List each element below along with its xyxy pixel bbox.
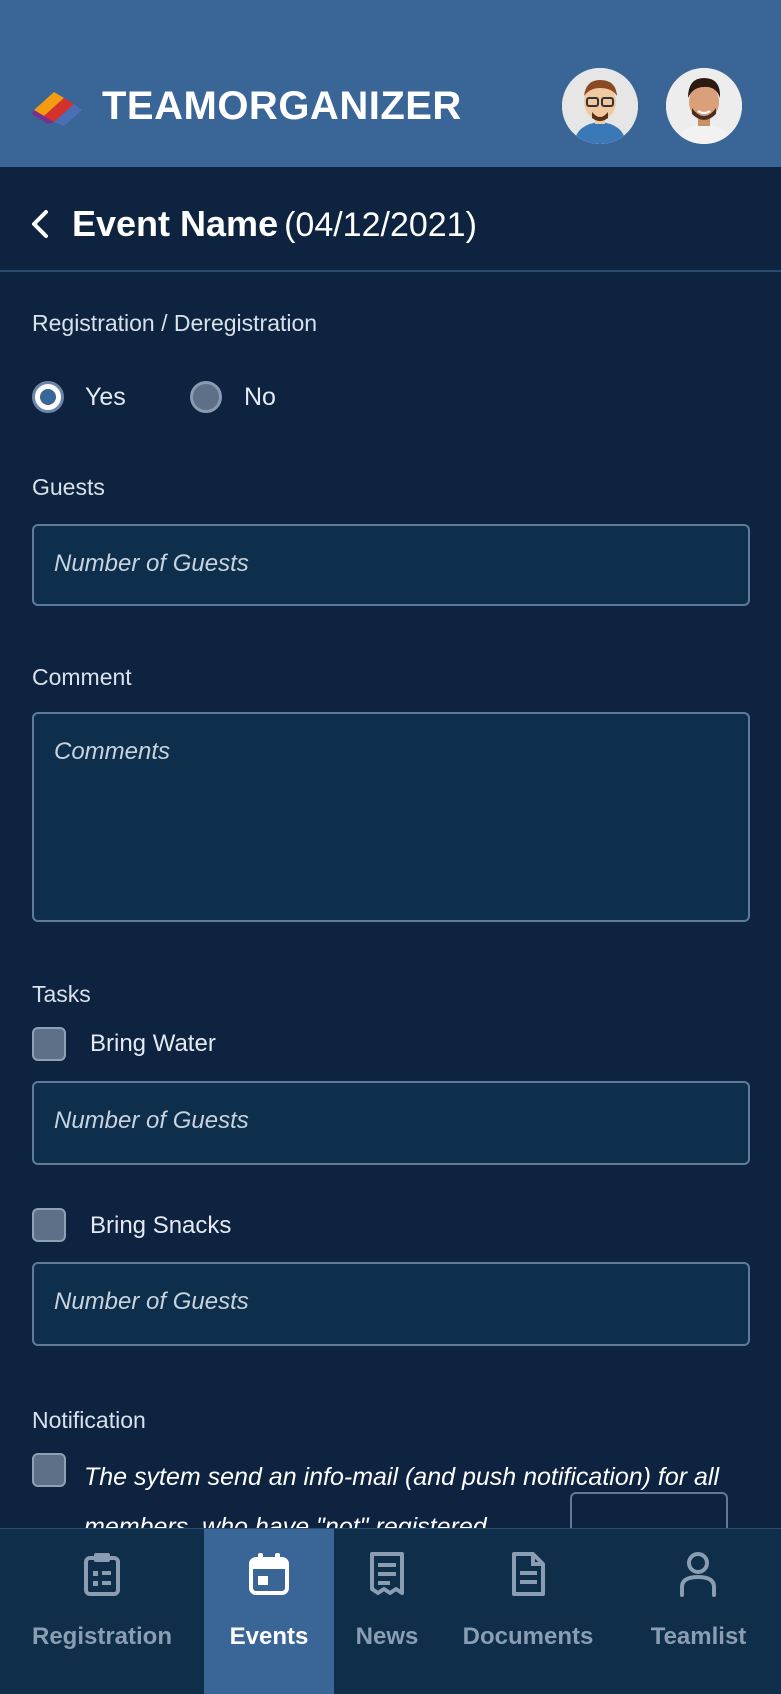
nav-events-label: Events [229, 1623, 309, 1650]
nav-registration-label: Registration [31, 1623, 172, 1650]
task-snacks-label: Bring Snacks [90, 1212, 232, 1239]
radio-no[interactable] [190, 381, 222, 413]
guests-input[interactable]: Number of Guests [32, 524, 750, 606]
calendar-icon [249, 1553, 289, 1595]
comment-label: Comment [32, 664, 132, 690]
task-water-label: Bring Water [90, 1030, 216, 1057]
back-chevron-icon[interactable] [28, 206, 52, 242]
tasks-label: Tasks [32, 981, 91, 1007]
comment-textarea[interactable]: Comments [32, 712, 750, 922]
app-header: TEAMORGANIZER [0, 0, 781, 167]
notification-label: Notification [32, 1407, 146, 1433]
task-snacks-input[interactable]: Number of Guests [32, 1262, 750, 1346]
receipt-icon [370, 1552, 404, 1595]
user-avatar-2[interactable] [666, 68, 742, 144]
nav-teamlist[interactable]: Teamlist [616, 1529, 781, 1694]
nav-news[interactable]: News [334, 1529, 440, 1694]
registration-label: Registration / Deregistration [32, 310, 318, 336]
radio-yes[interactable] [32, 381, 64, 413]
event-name: Event Name [72, 203, 279, 244]
event-date: (04/12/2021) [284, 206, 477, 244]
radio-no-label: No [244, 383, 276, 411]
user-avatar-1[interactable] [562, 68, 638, 144]
avatar-glasses-icon [562, 68, 638, 144]
nav-events[interactable]: Events [204, 1529, 334, 1694]
bottom-navigation: Registration Events News Documents Teaml… [0, 1528, 781, 1694]
task-snacks-placeholder: Number of Guests [54, 1288, 249, 1315]
nav-documents[interactable]: Documents [440, 1529, 616, 1694]
clipboard-icon [84, 1553, 120, 1596]
notification-checkbox[interactable] [32, 1453, 66, 1487]
document-icon [512, 1552, 545, 1596]
guests-label: Guests [32, 474, 105, 500]
radio-yes-label: Yes [85, 383, 126, 411]
task-water-placeholder: Number of Guests [54, 1107, 249, 1134]
brand-name: TEAMORGANIZER [102, 84, 462, 128]
nav-teamlist-label: Teamlist [650, 1623, 747, 1650]
teamorganizer-logo-icon [32, 92, 82, 126]
nav-registration[interactable]: Registration [0, 1529, 204, 1694]
nav-news-label: News [355, 1623, 419, 1650]
task-snacks-checkbox[interactable] [32, 1208, 66, 1242]
task-water-checkbox[interactable] [32, 1027, 66, 1061]
task-water-input[interactable]: Number of Guests [32, 1081, 750, 1165]
page-title: Event Name (04/12/2021) [72, 202, 477, 254]
person-icon [680, 1552, 716, 1597]
nav-documents-label: Documents [462, 1623, 594, 1650]
guests-placeholder: Number of Guests [54, 550, 249, 577]
avatar-man-icon [666, 68, 742, 144]
comment-placeholder: Comments [54, 738, 171, 765]
